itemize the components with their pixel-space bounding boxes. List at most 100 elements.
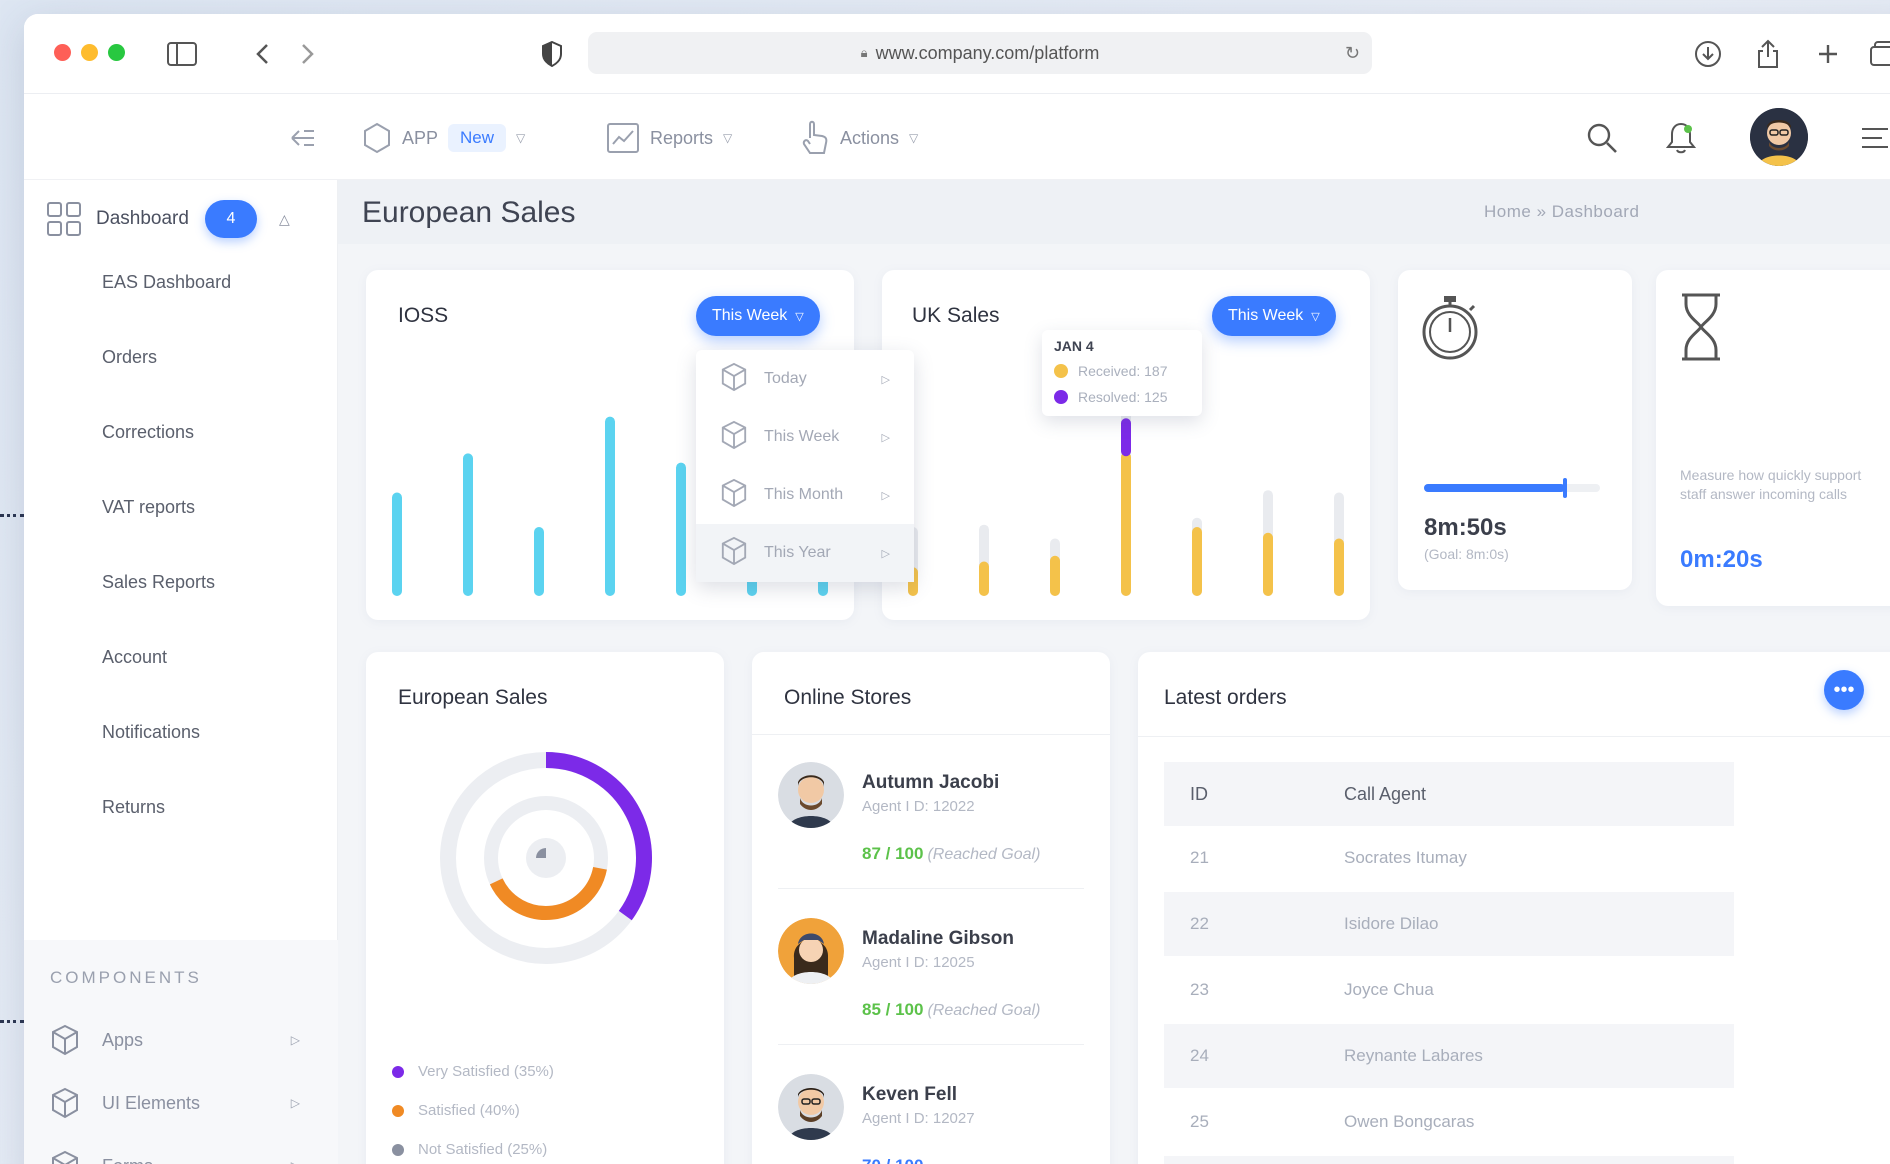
- component-item-forms[interactable]: Forms ▷: [50, 1146, 320, 1164]
- component-item-label: UI Elements: [102, 1092, 201, 1113]
- privacy-shield-icon[interactable]: [536, 38, 568, 70]
- sidebar-toggle-icon[interactable]: [166, 38, 198, 70]
- sidebar-item-vat-reports[interactable]: VAT reports: [102, 497, 231, 572]
- cube-icon: [720, 536, 750, 571]
- component-item-apps[interactable]: Apps ▷: [50, 1020, 320, 1060]
- back-arrow-icon[interactable]: [246, 38, 278, 70]
- list-divider: [778, 1044, 1084, 1045]
- table-row[interactable]: 22 Isidore Dilao: [1164, 892, 1734, 956]
- browser-toolbar: 🔒︎ www.company.com/platform ↻: [24, 14, 1890, 94]
- new-tab-icon[interactable]: [1812, 38, 1844, 70]
- tabs-overview-icon[interactable]: [1868, 38, 1890, 70]
- table-row[interactable]: 21 Socrates Itumay: [1164, 826, 1734, 890]
- chevron-up-icon[interactable]: △: [279, 211, 290, 228]
- store-item[interactable]: Keven Fell Agent I D: 12027 70 / 100: [778, 1074, 1088, 1164]
- grid-icon: [47, 202, 81, 236]
- app-menu[interactable]: APP New ▽: [362, 120, 525, 156]
- store-item[interactable]: Madaline Gibson Agent I D: 12025 85 / 10…: [778, 918, 1088, 1058]
- card-divider: [1138, 736, 1890, 737]
- legend-label: Satisfied (40%): [418, 1102, 520, 1119]
- address-bar[interactable]: 🔒︎ www.company.com/platform ↻: [588, 32, 1372, 74]
- app-menu-label: APP: [402, 127, 439, 148]
- search-icon[interactable]: [1586, 120, 1618, 156]
- legend-dot: [392, 1065, 404, 1078]
- donut-legend: Very Satisfied (35%) Satisfied (40%) Not…: [392, 1052, 554, 1164]
- main-content: European Sales Home » Dashboard IOSS Thi…: [338, 180, 1890, 1164]
- sidebar-item-eas-dashboard[interactable]: EAS Dashboard: [102, 272, 231, 347]
- call-agent: Isidore Dilao: [1344, 914, 1439, 933]
- agent-score-value: 87 / 100: [862, 844, 924, 863]
- maximize-window-button[interactable]: [108, 44, 125, 61]
- sidebar-item-account[interactable]: Account: [102, 647, 231, 722]
- call-agent: Socrates Itumay: [1344, 848, 1467, 867]
- uk-sales-card: UK Sales This Week ▽ JAN 4 Received: 187…: [882, 270, 1370, 620]
- ioss-bar: [392, 492, 402, 596]
- components-section: COMPONENTS Apps ▷ UI Elements ▷ Forms ▷: [24, 940, 338, 1164]
- close-window-button[interactable]: [54, 44, 71, 61]
- agent-score-note: (Reached Goal): [927, 846, 1041, 863]
- resolved-dot: [1054, 390, 1068, 404]
- tooltip-resolved: Resolved: 125: [1078, 389, 1168, 405]
- legend-dot: [392, 1143, 404, 1156]
- sidebar-dashboard-header[interactable]: Dashboard 4 △: [46, 195, 326, 243]
- page-title: European Sales: [362, 196, 576, 229]
- table-row[interactable]: 24 Reynante Labares: [1164, 1024, 1734, 1088]
- component-item-ui-elements[interactable]: UI Elements ▷: [50, 1083, 320, 1123]
- store-item[interactable]: Autumn Jacobi Agent I D: 12022 87 / 100(…: [778, 762, 1088, 902]
- cube-icon: [720, 420, 750, 455]
- hourglass-icon: [1682, 293, 1720, 361]
- sidebar-item-notifications[interactable]: Notifications: [102, 722, 231, 797]
- uk-bar-resolved: [1263, 532, 1273, 596]
- cube-icon: [720, 478, 750, 513]
- reload-icon[interactable]: ↻: [1345, 43, 1360, 64]
- forward-arrow-icon[interactable]: [292, 38, 324, 70]
- legend-item: Satisfied (40%): [392, 1091, 554, 1130]
- call-agent: Joyce Chua: [1344, 980, 1434, 999]
- table-row[interactable]: [1164, 1156, 1734, 1164]
- column-header-id[interactable]: ID: [1164, 784, 1344, 805]
- chevron-right-icon: ▷: [290, 1033, 300, 1047]
- share-icon[interactable]: [1752, 38, 1784, 70]
- legend-label: Not Satisfied (25%): [418, 1141, 548, 1158]
- more-options-icon[interactable]: •••: [1824, 670, 1864, 710]
- timer-goal: (Goal: 8m:0s): [1424, 546, 1509, 562]
- card-divider: [752, 734, 1110, 735]
- dropdown-item-label: This Month: [764, 486, 844, 503]
- dropdown-item-this-month[interactable]: This Month ▷: [696, 466, 914, 524]
- uk-bar-resolved: [1121, 452, 1131, 596]
- reports-menu[interactable]: Reports ▽: [606, 120, 732, 156]
- dropdown-item-this-year[interactable]: This Year ▷: [696, 524, 914, 582]
- timer-card: 8m:50s (Goal: 8m:0s): [1398, 270, 1632, 590]
- latest-orders-card: Latest orders ••• ID Call Agent 21 Socrat…: [1138, 652, 1890, 1164]
- ioss-bar: [676, 462, 686, 596]
- sidebar-item-orders[interactable]: Orders: [102, 347, 231, 422]
- sidebar-item-returns[interactable]: Returns: [102, 797, 231, 872]
- order-id: 21: [1190, 848, 1209, 867]
- chevron-right-icon: ▷: [881, 431, 890, 444]
- dropdown-item-label: This Week: [764, 428, 840, 445]
- reports-menu-label: Reports: [650, 127, 714, 148]
- hamburger-menu-icon[interactable]: [1860, 120, 1890, 156]
- sidebar-item-sales-reports[interactable]: Sales Reports: [102, 572, 231, 647]
- agent-id: Agent I D: 12025: [862, 954, 975, 971]
- dropdown-item-this-week[interactable]: This Week ▷: [696, 408, 914, 466]
- notification-count-badge: 4: [204, 200, 257, 238]
- table-row[interactable]: 23 Joyce Chua: [1164, 958, 1734, 1022]
- actions-menu[interactable]: Actions ▽: [800, 120, 918, 156]
- ioss-card: IOSS This Week ▽ Today ▷ This Week ▷ This …: [366, 270, 914, 620]
- sidebar-item-corrections[interactable]: Corrections: [102, 422, 231, 497]
- user-avatar[interactable]: [1750, 108, 1808, 166]
- lock-icon: 🔒︎: [860, 45, 868, 60]
- stopwatch-icon: [1422, 296, 1478, 360]
- timer-progress-fill: [1424, 478, 1567, 498]
- download-icon[interactable]: [1692, 38, 1724, 70]
- minimize-window-button[interactable]: [81, 44, 98, 61]
- table-row[interactable]: 25 Owen Bongcaras: [1164, 1090, 1734, 1154]
- order-id: 25: [1190, 1112, 1209, 1131]
- column-header-call-agent[interactable]: Call Agent: [1344, 784, 1426, 805]
- collapse-menu-icon[interactable]: [290, 120, 316, 156]
- cube-icon: [52, 1024, 78, 1056]
- bell-icon[interactable]: [1666, 120, 1696, 156]
- dropdown-item-today[interactable]: Today ▷: [696, 350, 914, 408]
- breadcrumb[interactable]: Home » Dashboard: [1484, 202, 1639, 222]
